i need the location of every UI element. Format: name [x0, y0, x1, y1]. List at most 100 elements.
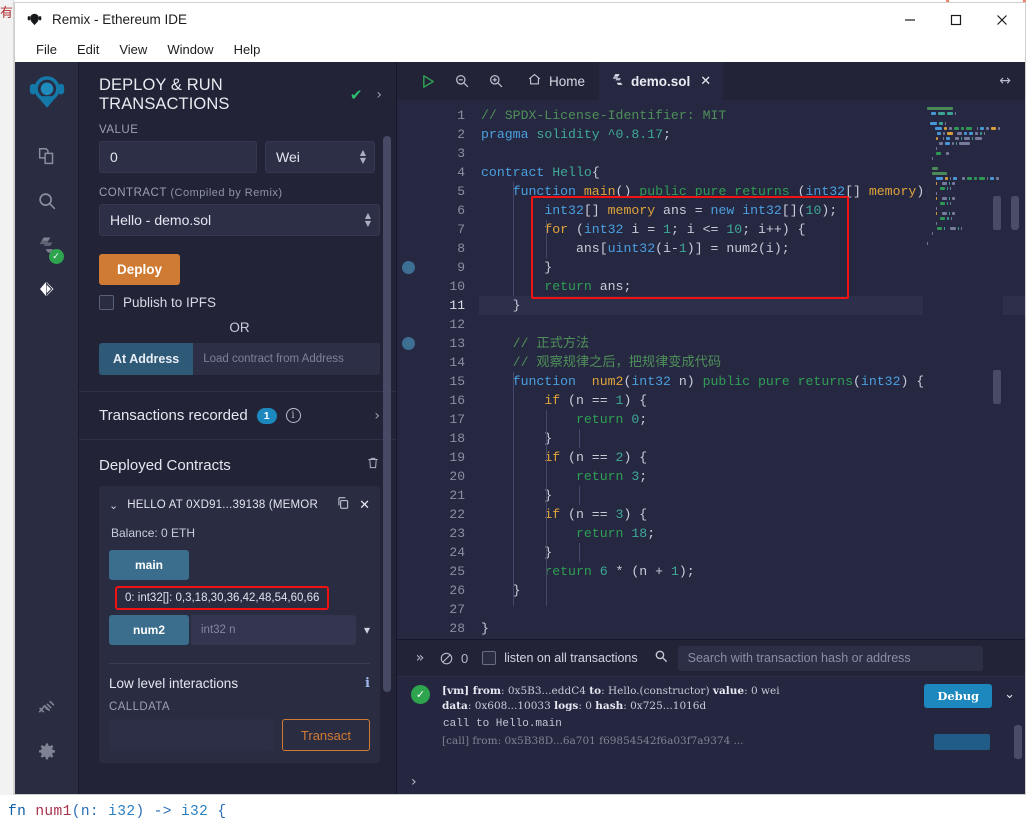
minimap-slider[interactable]: [993, 196, 1001, 230]
calldata-input[interactable]: [109, 719, 274, 751]
maximize-button[interactable]: [933, 3, 979, 36]
close-icon[interactable]: ✕: [359, 498, 370, 513]
zoom-out-icon[interactable]: [445, 62, 479, 100]
breakpoint-marker[interactable]: [402, 337, 415, 350]
sidebar-item-search[interactable]: [25, 181, 69, 225]
gutter-line-number[interactable]: 5: [397, 182, 479, 201]
trash-icon[interactable]: [366, 456, 380, 474]
gutter-line-number[interactable]: 10: [397, 277, 479, 296]
play-icon[interactable]: [411, 62, 445, 100]
indent-guide: [546, 220, 547, 258]
zoom-in-icon[interactable]: [479, 62, 513, 100]
panel-expand-chevron-icon[interactable]: ›: [376, 87, 382, 103]
gutter-line-number[interactable]: 28: [397, 619, 479, 638]
at-address-button[interactable]: At Address: [99, 343, 194, 375]
editor-minimap[interactable]: [923, 100, 1003, 639]
value-unit-select[interactable]: Wei ▲ ▼: [265, 141, 375, 173]
gutter-line-number[interactable]: 8: [397, 239, 479, 258]
contract-function-num2-button[interactable]: num2: [109, 615, 189, 645]
gutter-line-number[interactable]: 23: [397, 524, 479, 543]
gutter-line-number[interactable]: 19: [397, 448, 479, 467]
at-address-input[interactable]: Load contract from Address: [193, 343, 380, 375]
chevron-down-icon[interactable]: ▾: [356, 615, 370, 645]
gutter-line-number[interactable]: 11: [397, 296, 479, 315]
gutter-line-number[interactable]: 18: [397, 429, 479, 448]
gutter-line-number[interactable]: 24: [397, 543, 479, 562]
debug-button[interactable]: Debug: [924, 684, 993, 708]
gutter-line-number[interactable]: 27: [397, 600, 479, 619]
minimap-slider[interactable]: [993, 370, 1001, 404]
sidebar-item-plugin-manager[interactable]: [25, 688, 69, 732]
editor-scrollbar-track[interactable]: [1011, 100, 1021, 639]
copy-icon[interactable]: [336, 496, 350, 514]
debug-button-partial[interactable]: [934, 734, 990, 750]
info-icon[interactable]: i: [285, 408, 301, 423]
gutter-line-number[interactable]: 1: [397, 106, 479, 125]
contract-select[interactable]: Hello - demo.sol ▲ ▼: [99, 204, 380, 236]
transaction-search-input[interactable]: Search with transaction hash or address: [677, 645, 983, 671]
close-button[interactable]: [979, 3, 1025, 36]
close-icon[interactable]: ✕: [700, 74, 711, 89]
window-controls: [887, 3, 1025, 36]
publish-ipfs-checkbox[interactable]: [99, 295, 114, 310]
gutter-line-number[interactable]: 15: [397, 372, 479, 391]
log-entry[interactable]: ✓ [vm] from: 0x5B3...eddC4 to: Hello.(co…: [397, 677, 1025, 714]
menu-view[interactable]: View: [110, 39, 156, 60]
editor-scrollbar-thumb[interactable]: [1011, 196, 1019, 230]
value-input[interactable]: 0: [99, 141, 257, 173]
gutter-line-number[interactable]: 3: [397, 144, 479, 163]
chevron-right-icon[interactable]: ›: [374, 408, 380, 424]
menu-edit[interactable]: Edit: [68, 39, 108, 60]
indent-guide: [579, 486, 580, 505]
editor-gutter[interactable]: 1 2 3 4 5 6 7 8 9 10 11 12 13 14 15 16 17 18 19 20 21 22 23 24 2…: [397, 100, 479, 639]
terminal-prompt-icon[interactable]: ›: [411, 774, 417, 790]
log-entry-partial[interactable]: [call] from: 0x5B38D...6a701 f69854542f6…: [397, 730, 1025, 750]
contract-card-header[interactable]: ⌄ HELLO AT 0XD91...39138 (MEMOR ✕: [109, 496, 370, 514]
code-content[interactable]: // SPDX-License-Identifier: MIT pragma so…: [479, 100, 1025, 639]
gutter-line-number[interactable]: 20: [397, 467, 479, 486]
menu-file[interactable]: File: [27, 39, 66, 60]
gutter-line-number[interactable]: 7: [397, 220, 479, 239]
deploy-button[interactable]: Deploy: [99, 254, 181, 285]
chevron-down-icon[interactable]: ⌄: [1004, 687, 1015, 702]
gutter-line-number[interactable]: 16: [397, 391, 479, 410]
gutter-line-number[interactable]: 26: [397, 581, 479, 600]
collapse-terminal-icon[interactable]: »: [407, 643, 433, 673]
side-panel-scrollbar[interactable]: [383, 136, 391, 692]
num2-argument-input[interactable]: int32 n: [191, 615, 356, 645]
search-icon[interactable]: [654, 649, 668, 667]
code-editor[interactable]: 1 2 3 4 5 6 7 8 9 10 11 12 13 14 15 16 17 18 19 20 21 22 23 24 2…: [397, 100, 1025, 639]
minimize-button[interactable]: [887, 3, 933, 36]
tab-home[interactable]: Home: [513, 62, 599, 100]
contract-function-main-button[interactable]: main: [109, 550, 189, 580]
terminal-scrollbar-thumb[interactable]: [1014, 725, 1022, 759]
gutter-line-number[interactable]: 25: [397, 562, 479, 581]
gutter-line-number[interactable]: 2: [397, 125, 479, 144]
menu-help[interactable]: Help: [225, 39, 270, 60]
transactions-recorded-row[interactable]: Transactions recorded 1 i ›: [99, 392, 380, 439]
terminal-log[interactable]: ✓ [vm] from: 0x5B3...eddC4 to: Hello.(co…: [397, 676, 1025, 794]
remix-brand-logo-icon[interactable]: [26, 72, 68, 119]
transact-button[interactable]: Transact: [281, 719, 370, 751]
gutter-line-number[interactable]: 17: [397, 410, 479, 429]
chevron-down-icon[interactable]: ⌄: [109, 499, 118, 512]
tab-demo-sol[interactable]: demo.sol ✕: [599, 62, 724, 100]
gutter-line-number[interactable]: 4: [397, 163, 479, 182]
gutter-line-number[interactable]: 22: [397, 505, 479, 524]
gutter-line-number[interactable]: 21: [397, 486, 479, 505]
sidebar-item-deploy-run-transactions[interactable]: [25, 269, 69, 313]
listen-all-transactions-label: listen on all transactions: [504, 651, 638, 665]
menu-window[interactable]: Window: [158, 39, 222, 60]
sidebar-item-file-explorer[interactable]: [25, 137, 69, 181]
sidebar-item-settings[interactable]: [25, 732, 69, 776]
clear-console-icon[interactable]: [433, 643, 459, 673]
listen-all-transactions-checkbox[interactable]: [482, 651, 497, 665]
breakpoint-marker[interactable]: [402, 261, 415, 274]
sidebar-item-solidity-compiler[interactable]: ✓: [25, 225, 69, 269]
gutter-line-number[interactable]: 12: [397, 315, 479, 334]
expand-editor-icon[interactable]: ↔: [999, 73, 1011, 89]
gutter-line-number[interactable]: 6: [397, 201, 479, 220]
gutter-line-number[interactable]: 14: [397, 353, 479, 372]
info-icon[interactable]: i: [365, 676, 370, 691]
publish-ipfs-row[interactable]: Publish to IPFS: [99, 295, 380, 310]
